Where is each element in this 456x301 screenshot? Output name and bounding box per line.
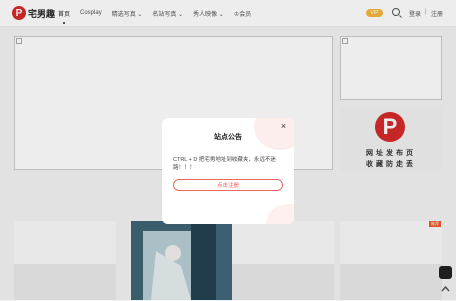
modal-title: 站点公告 — [214, 134, 242, 141]
announcement-modal: 站点公告 × CTRL + D 把宅男地址到收藏夹，永远不迷路！！！ 点击注册 — [162, 118, 294, 224]
modal-message: CTRL + D 把宅男地址到收藏夹，永远不迷路！！！ — [173, 157, 276, 171]
register-button[interactable]: 点击注册 — [173, 179, 283, 191]
close-icon[interactable]: × — [279, 122, 288, 131]
modal-decoration — [266, 204, 294, 224]
